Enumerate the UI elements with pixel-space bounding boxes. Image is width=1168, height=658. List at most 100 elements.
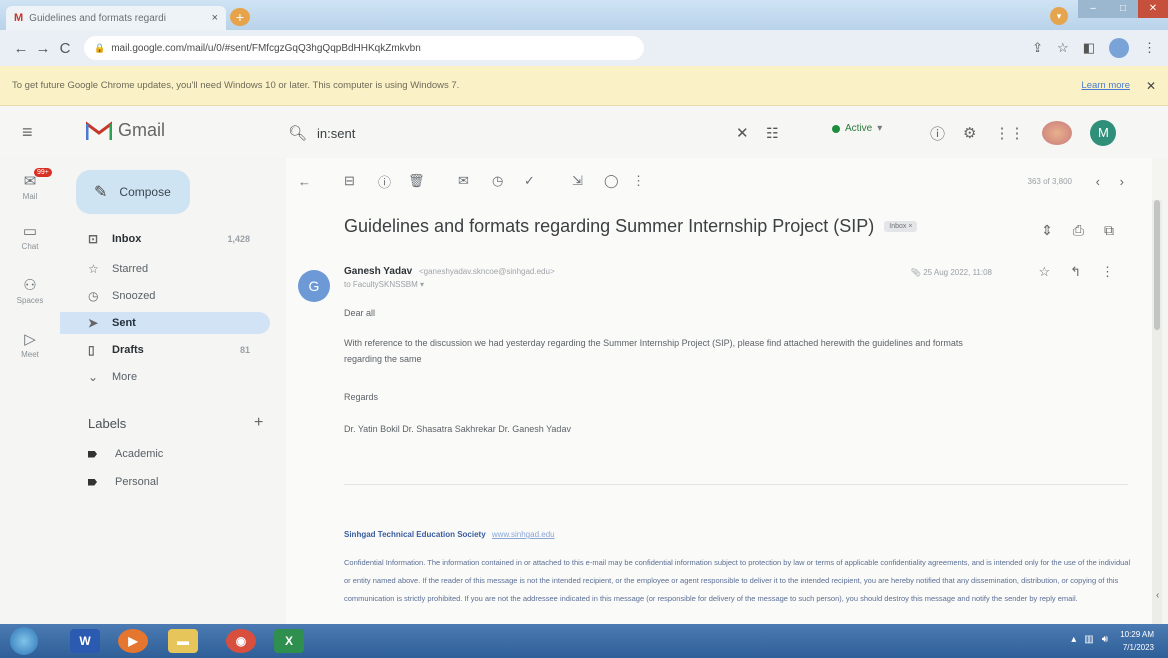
scrollbar-thumb[interactable] — [1154, 200, 1160, 330]
learn-more-link[interactable]: Learn more — [1081, 80, 1130, 91]
archive-icon[interactable]: ⊟ — [344, 173, 355, 189]
compose-button[interactable]: ✎ Compose — [76, 170, 190, 214]
reload-icon[interactable]: C — [54, 40, 76, 57]
sidebar-item-label: Snoozed — [112, 290, 156, 302]
pagination-text: 363 of 3,800 — [1027, 176, 1072, 186]
print-icon[interactable]: ⎙ — [1073, 222, 1084, 239]
profile-icon[interactable] — [1109, 38, 1129, 58]
footer-website-link[interactable]: www.sinhgad.edu — [492, 530, 555, 539]
email-subject: Guidelines and formats regarding Summer … — [344, 216, 918, 237]
subject-actions: ⇕ ⎙ ⧉ — [1041, 222, 1114, 239]
volume-icon[interactable]: 🔊︎ — [1102, 634, 1108, 645]
close-window-button[interactable]: ✕ — [1138, 0, 1168, 18]
back-to-list-icon[interactable]: ← — [298, 174, 311, 189]
chrome-icon[interactable]: ◉ — [226, 629, 256, 653]
send-icon: ➤ — [88, 316, 99, 330]
rail-spaces[interactable]: ⚇ Spaces — [0, 276, 60, 305]
search-options-icon[interactable]: ☷ — [766, 125, 779, 142]
forward-icon[interactable]: → — [32, 40, 54, 57]
rail-mail[interactable]: ✉ 99+ Mail — [0, 168, 60, 201]
footer-org-name: Sinhgad Technical Education Society — [344, 530, 486, 539]
infobar-close-icon[interactable]: ✕ — [1146, 79, 1156, 93]
meet-video-icon: ▷ — [24, 331, 36, 348]
settings-gear-icon[interactable]: ⚙ — [963, 124, 976, 142]
email-body-line: regarding the same — [344, 354, 422, 364]
inbox-label-chip[interactable]: Inbox × — [884, 221, 918, 232]
conversation-pane: ← ⊟ ⓘ 🗑︎ ✉ ◷ ✓ ⇲ ◯ ⋮ 363 of 3,800 ‹ › Gu… — [286, 158, 1152, 624]
clock-icon: ◷ — [88, 289, 99, 303]
recipient-details[interactable]: to FacultySKNSSBM ▾ — [344, 280, 424, 289]
network-icon[interactable]: ▥ — [1084, 634, 1093, 645]
newer-chevron-icon[interactable]: ‹ — [1096, 174, 1100, 189]
email-body-line: With reference to the discussion we had … — [344, 338, 963, 348]
support-icon[interactable]: ⓘ — [930, 123, 945, 144]
sidebar-item-starred[interactable]: ☆ Starred — [60, 258, 270, 280]
search-icon[interactable]: 🔍︎ — [288, 124, 307, 142]
main-menu-icon[interactable]: ≡ — [22, 122, 33, 143]
account-avatar[interactable]: M — [1090, 120, 1117, 146]
sidebar-item-inbox[interactable]: ⊡ Inbox 1,428 — [60, 228, 270, 250]
window-controls: – □ ✕ — [1078, 0, 1168, 18]
older-chevron-icon[interactable]: › — [1120, 174, 1124, 189]
search-input[interactable]: in:sent — [317, 126, 355, 141]
extensions-icon[interactable]: ◧ — [1083, 40, 1095, 56]
start-button[interactable] — [10, 627, 38, 655]
share-icon[interactable]: ⇪ — [1032, 40, 1043, 56]
sender-avatar: G — [298, 270, 330, 302]
browser-tab[interactable]: M Guidelines and formats regardi × — [6, 6, 226, 30]
rail-meet[interactable]: ▷ Meet — [0, 330, 60, 359]
open-new-window-icon[interactable]: ⧉ — [1104, 222, 1114, 239]
label-item-personal[interactable]: Personal — [88, 476, 158, 488]
sidebar-item-more[interactable]: ⌄ More — [60, 366, 270, 388]
more-actions-icon[interactable]: ⋮ — [632, 173, 645, 189]
report-spam-icon[interactable]: ⓘ — [378, 172, 391, 191]
message-more-icon[interactable]: ⋮ — [1101, 264, 1114, 280]
sidebar-item-drafts[interactable]: ▯ Drafts 81 — [60, 339, 270, 361]
active-status-dot — [832, 124, 840, 133]
taskbar-clock[interactable]: 10:29 AM 7/1/2023 — [1120, 628, 1154, 654]
url-input[interactable]: 🔒 mail.google.com/mail/u/0/#sent/FMfcgzG… — [84, 36, 644, 60]
chat-icon: ▭ — [22, 223, 38, 240]
chevron-down-icon: ▾ — [877, 123, 883, 134]
maximize-button[interactable]: □ — [1108, 0, 1138, 18]
excel-taskbar-icon[interactable]: X — [274, 629, 304, 653]
rail-meet-label: Meet — [21, 350, 39, 359]
mark-unread-icon[interactable]: ✉ — [458, 173, 469, 189]
clear-search-icon[interactable]: ✕ — [736, 124, 749, 142]
rail-chat[interactable]: ▭ Chat — [0, 222, 60, 251]
apps-grid-icon[interactable]: ⋮⋮ — [994, 124, 1024, 142]
sidebar-item-snoozed[interactable]: ◷ Snoozed — [60, 285, 270, 307]
move-to-icon[interactable]: ⇲ — [572, 173, 583, 189]
snooze-icon[interactable]: ◷ — [492, 173, 503, 189]
message-toolbar: ← ⊟ ⓘ 🗑︎ ✉ ◷ ✓ ⇲ ◯ ⋮ 363 of 3,800 ‹ › — [286, 170, 1152, 192]
tray-arrow-icon[interactable]: ▴ — [1071, 634, 1076, 645]
gmail-logo[interactable]: Gmail — [86, 120, 165, 141]
expand-collapse-icon[interactable]: ⇕ — [1041, 222, 1053, 239]
bookmark-star-icon[interactable]: ☆ — [1057, 40, 1069, 56]
new-tab-button[interactable]: + — [230, 8, 250, 26]
side-panel-toggle-icon[interactable]: ‹ — [1156, 590, 1159, 601]
star-message-icon[interactable]: ☆ — [1038, 264, 1050, 280]
tab-search-icon[interactable]: ▾ — [1050, 7, 1068, 25]
minimize-button[interactable]: – — [1078, 0, 1108, 18]
delete-icon[interactable]: 🗑︎ — [408, 173, 425, 189]
sidebar-item-sent[interactable]: ➤ Sent — [60, 312, 270, 334]
status-selector[interactable]: Active ▾ — [832, 123, 882, 134]
tab-close-icon[interactable]: × — [212, 12, 218, 24]
search-bar[interactable]: 🔍︎ in:sent ✕ ☷ — [288, 118, 798, 148]
labels-heading: Labels — [88, 416, 127, 431]
create-label-button[interactable]: + — [254, 414, 263, 432]
email-regards: Regards — [344, 392, 379, 402]
labels-icon[interactable]: ◯ — [604, 173, 619, 189]
browser-menu-icon[interactable]: ⋮ — [1143, 40, 1156, 56]
folder-icon[interactable]: ▬ — [168, 629, 198, 653]
reply-icon[interactable]: ↰ — [1070, 264, 1081, 280]
back-icon[interactable]: ← — [10, 40, 32, 57]
sidebar-item-label: Inbox — [112, 233, 142, 245]
media-player-icon[interactable]: ▶ — [118, 629, 148, 653]
add-task-icon[interactable]: ✓ — [524, 173, 535, 189]
label-item-academic[interactable]: Academic — [88, 448, 163, 460]
vertical-scrollbar[interactable] — [1152, 200, 1162, 624]
sender-email: <ganeshyadav.skncoe@sinhgad.edu> — [418, 267, 555, 276]
word-taskbar-icon[interactable]: W — [70, 629, 100, 653]
